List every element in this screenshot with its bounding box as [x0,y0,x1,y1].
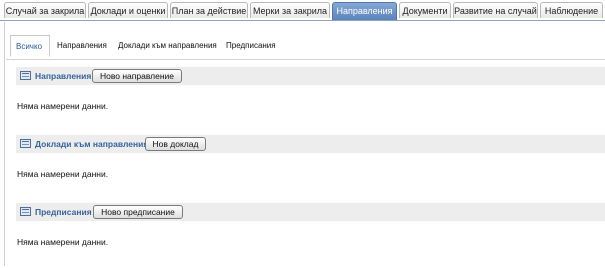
new-report-button[interactable]: Нов доклад [145,137,206,151]
list-icon [20,207,31,216]
empty-message-referrals: Няма намерени данни. [17,101,109,111]
list-icon [20,139,31,148]
empty-message-prescriptions: Няма намерени данни. [17,237,109,247]
list-icon [20,71,31,80]
section-header-referral-reports: Доклади към направления Нов доклад [16,135,605,153]
tab-protection-measures[interactable]: Мерки за закрила [250,2,330,18]
subtab-referral-reports[interactable]: Доклади към направления [118,35,217,57]
section-title-referral-reports: Доклади към направления [35,139,149,149]
section-header-prescriptions: Предписания Ново предписание [16,203,605,221]
subtab-referrals[interactable]: Направления [57,35,107,57]
section-header-referrals: Направления Ново направление [16,67,605,85]
section-title-referrals: Направления [35,71,92,81]
section-title-prescriptions: Предписания [35,207,92,217]
tab-case-development[interactable]: Развитие на случай [453,2,538,18]
main-tab-bar: Случай за закрила Доклади и оценки План … [0,0,605,21]
tab-reports-assessments[interactable]: Доклади и оценки [88,2,168,18]
subtab-all[interactable]: Всичко [10,35,50,57]
tab-documents[interactable]: Документи [399,2,451,18]
empty-message-referral-reports: Няма намерени данни. [17,169,109,179]
subtab-prescriptions[interactable]: Предписания [226,35,276,57]
tab-referrals[interactable]: Направления [332,2,397,20]
sub-tab-bar: Всичко Направления Доклади към направлен… [6,35,605,57]
new-referral-button[interactable]: Ново направление [92,69,182,83]
tab-action-plan[interactable]: План за действие [170,2,248,18]
tab-observation[interactable]: Наблюдение [540,2,603,18]
tab-protection-case[interactable]: Случай за закрила [4,2,86,18]
new-prescription-button[interactable]: Ново предписание [93,205,183,219]
sub-tab-divider [6,59,605,60]
